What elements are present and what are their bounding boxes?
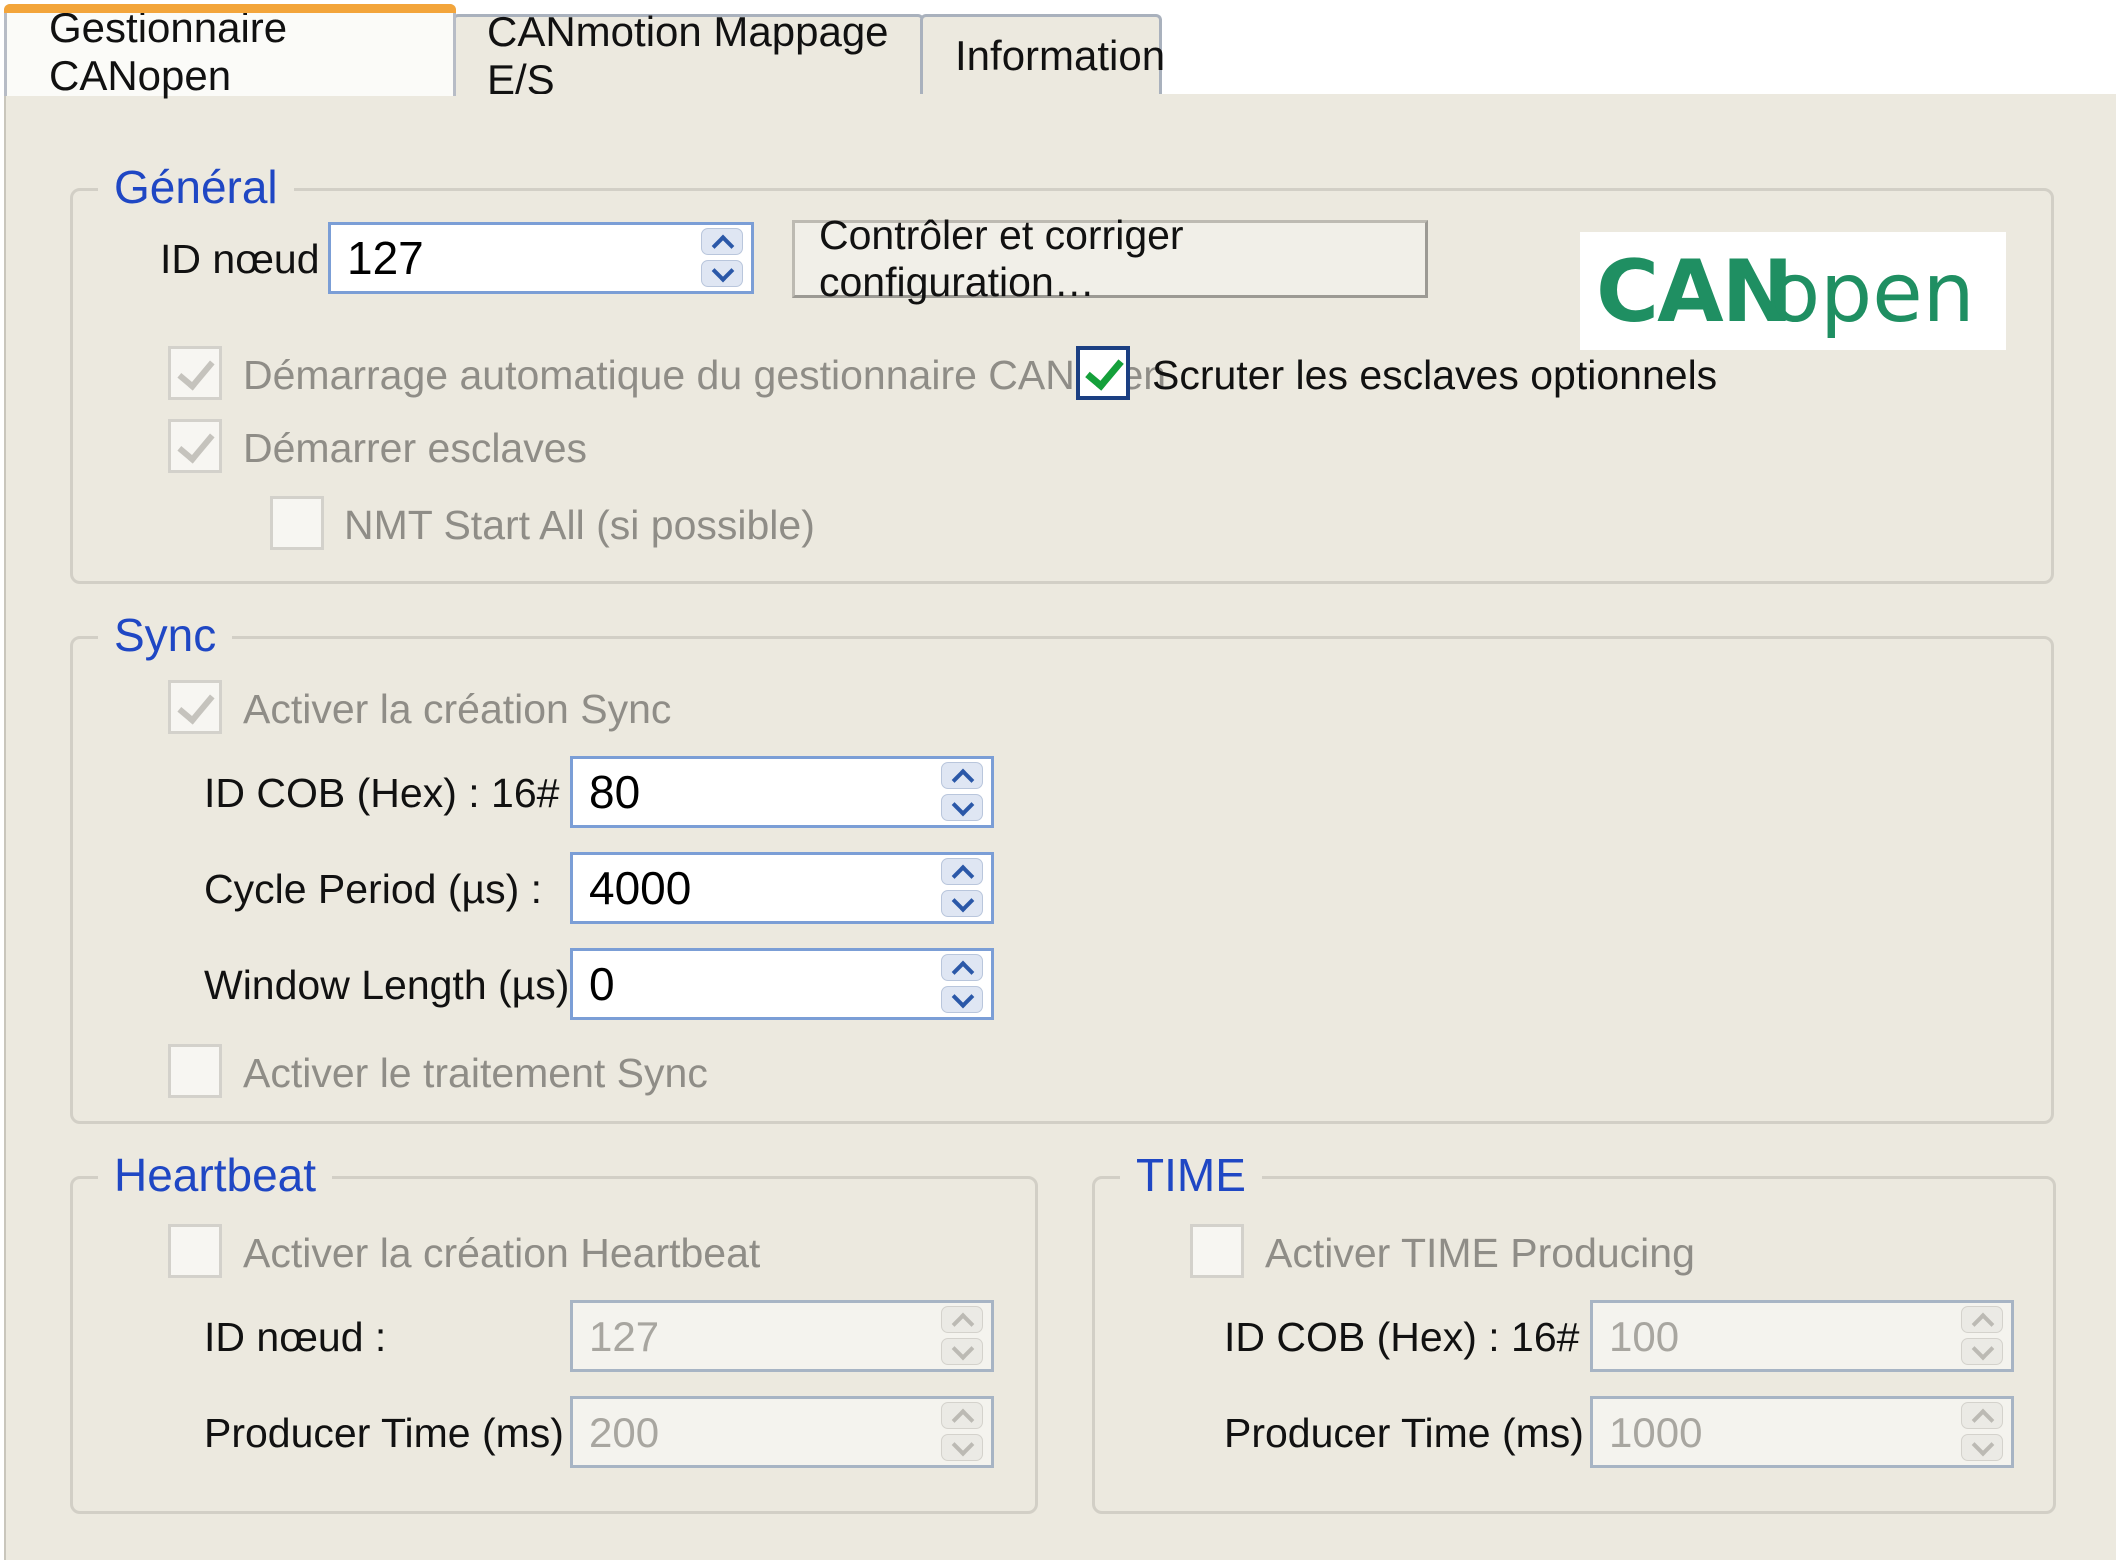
heartbeat-node-id-label: ID nœud : bbox=[204, 1314, 387, 1360]
sync-process-checkbox[interactable] bbox=[168, 1044, 222, 1098]
heartbeat-node-id-spinner bbox=[941, 1306, 987, 1366]
sync-cob-id-label: ID COB (Hex) : 16# bbox=[204, 770, 560, 816]
nmt-start-all-checkbox[interactable] bbox=[270, 496, 324, 550]
node-id-value: 127 bbox=[347, 232, 424, 284]
heartbeat-enable-checkbox[interactable] bbox=[168, 1224, 222, 1278]
start-slaves-checkbox[interactable] bbox=[168, 419, 222, 473]
heartbeat-producer-time-label: Producer Time (ms) : bbox=[204, 1410, 587, 1456]
auto-start-label: Démarrage automatique du gestionnaire CA… bbox=[243, 352, 1167, 398]
spin-up-icon[interactable] bbox=[941, 1402, 983, 1429]
general-group-title: Général bbox=[98, 160, 294, 214]
window-length-value: 0 bbox=[589, 958, 615, 1010]
spin-down-icon[interactable] bbox=[941, 986, 983, 1013]
time-cob-id-input[interactable]: 100 bbox=[1590, 1300, 2014, 1372]
time-cob-id-value: 100 bbox=[1609, 1313, 1680, 1360]
check-correct-config-label: Contrôler et corriger configuration… bbox=[819, 212, 1184, 305]
time-producer-time-input[interactable]: 1000 bbox=[1590, 1396, 2014, 1468]
scan-optional-slaves-checkbox[interactable] bbox=[1076, 346, 1130, 400]
check-correct-config-button[interactable]: Contrôler et corriger configuration… bbox=[792, 212, 1428, 305]
time-cob-id-label: ID COB (Hex) : 16# bbox=[1224, 1314, 1580, 1360]
spin-up-icon[interactable] bbox=[701, 228, 743, 255]
cycle-period-value: 4000 bbox=[589, 862, 692, 914]
spin-down-icon[interactable] bbox=[941, 1434, 983, 1461]
sync-process-label: Activer le traitement Sync bbox=[243, 1050, 708, 1096]
time-producer-time-spinner bbox=[1961, 1402, 2007, 1462]
time-enable-checkbox[interactable] bbox=[1190, 1224, 1244, 1278]
heartbeat-group-title: Heartbeat bbox=[98, 1148, 333, 1202]
spin-up-icon[interactable] bbox=[941, 858, 983, 885]
time-producer-time-label: Producer Time (ms) : bbox=[1224, 1410, 1607, 1456]
time-cob-id-spinner bbox=[1961, 1306, 2007, 1366]
logo-can-text: CAN bbox=[1596, 242, 1794, 342]
node-id-input[interactable]: 127 bbox=[328, 222, 754, 294]
tab-label: Information bbox=[955, 31, 1166, 79]
spin-down-icon[interactable] bbox=[941, 794, 983, 821]
tab-canmotion-mappage[interactable]: CANmotion Mappage E/S bbox=[452, 8, 924, 103]
time-group-title: TIME bbox=[1120, 1148, 1262, 1202]
tab-label: Gestionnaire CANopen bbox=[49, 3, 288, 99]
heartbeat-producer-time-spinner bbox=[941, 1402, 987, 1462]
time-enable-label: Activer TIME Producing bbox=[1265, 1230, 1695, 1276]
spin-up-icon[interactable] bbox=[941, 762, 983, 789]
cycle-period-spinner bbox=[941, 858, 987, 918]
nmt-start-all-label: NMT Start All (si possible) bbox=[344, 502, 815, 548]
sync-enable-label: Activer la création Sync bbox=[243, 686, 672, 732]
spin-down-icon[interactable] bbox=[941, 1338, 983, 1365]
tab-label: CANmotion Mappage E/S bbox=[487, 7, 889, 103]
heartbeat-producer-time-value: 200 bbox=[589, 1409, 660, 1456]
cycle-period-label: Cycle Period (µs) : bbox=[204, 866, 543, 912]
heartbeat-producer-time-input[interactable]: 200 bbox=[570, 1396, 994, 1468]
spin-down-icon[interactable] bbox=[701, 260, 743, 287]
spin-up-icon[interactable] bbox=[941, 1306, 983, 1333]
heartbeat-node-id-value: 127 bbox=[589, 1313, 660, 1360]
sync-enable-checkbox[interactable] bbox=[168, 680, 222, 734]
spin-up-icon[interactable] bbox=[1961, 1402, 2003, 1429]
sync-group-title: Sync bbox=[98, 608, 233, 662]
spin-down-icon[interactable] bbox=[1961, 1338, 2003, 1365]
sync-cob-id-spinner bbox=[941, 762, 987, 822]
node-id-spinner bbox=[701, 228, 747, 288]
window-length-label: Window Length (µs) : bbox=[204, 962, 593, 1008]
scan-optional-slaves-label: Scruter les esclaves optionnels bbox=[1152, 352, 1718, 398]
logo-open-text: open bbox=[1770, 246, 1975, 341]
time-producer-time-value: 1000 bbox=[1609, 1409, 1703, 1456]
heartbeat-enable-label: Activer la création Heartbeat bbox=[243, 1230, 761, 1276]
tab-information[interactable]: Information bbox=[920, 14, 1166, 94]
spin-up-icon[interactable] bbox=[1961, 1306, 2003, 1333]
node-id-label: ID nœud : bbox=[160, 236, 343, 282]
window-length-input[interactable]: 0 bbox=[570, 948, 994, 1020]
canopen-logo: CAN open bbox=[1580, 232, 2006, 350]
sync-cob-id-input[interactable]: 80 bbox=[570, 756, 994, 828]
spin-up-icon[interactable] bbox=[941, 954, 983, 981]
cycle-period-input[interactable]: 4000 bbox=[570, 852, 994, 924]
tab-gestionnaire-canopen[interactable]: Gestionnaire CANopen bbox=[4, 4, 456, 99]
spin-down-icon[interactable] bbox=[1961, 1434, 2003, 1461]
window-length-spinner bbox=[941, 954, 987, 1014]
spin-down-icon[interactable] bbox=[941, 890, 983, 917]
auto-start-checkbox[interactable] bbox=[168, 346, 222, 400]
heartbeat-node-id-input[interactable]: 127 bbox=[570, 1300, 994, 1372]
start-slaves-label: Démarrer esclaves bbox=[243, 425, 588, 471]
sync-cob-id-value: 80 bbox=[589, 766, 641, 818]
